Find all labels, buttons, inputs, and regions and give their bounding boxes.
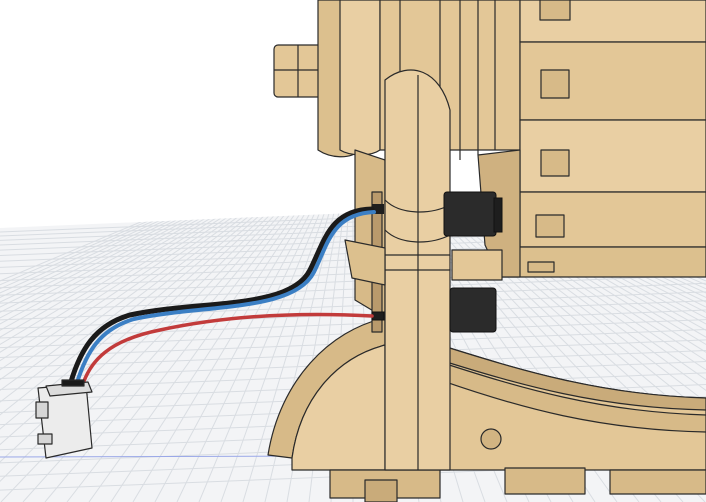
dc-motor-upper[interactable]	[443, 191, 503, 237]
cad-viewport[interactable]	[0, 0, 706, 502]
mounting-hole	[480, 428, 502, 450]
jst-connector[interactable]	[35, 379, 93, 459]
viewport-canvas[interactable]	[0, 0, 706, 502]
horizontal-peg	[451, 249, 503, 281]
